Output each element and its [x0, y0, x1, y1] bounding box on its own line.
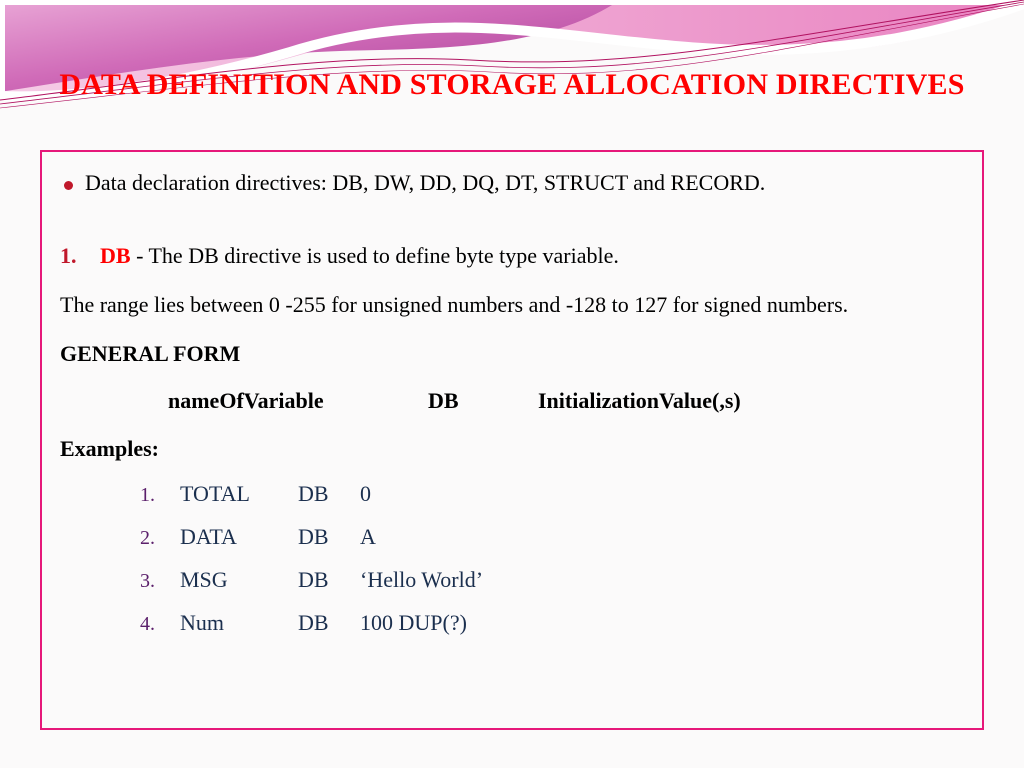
slide-title: DATA DEFINITION AND STORAGE ALLOCATION D… [0, 66, 1024, 104]
bullet-item: Data declaration directives: DB, DW, DD,… [60, 162, 964, 205]
example-val: 0 [360, 473, 371, 516]
example-name: DATA [180, 516, 298, 559]
item-body: DB - The DB directive is used to define … [100, 235, 619, 278]
numbered-item: 1. DB - The DB directive is used to defi… [60, 235, 964, 278]
example-dir: DB [298, 516, 360, 559]
general-form-heading: GENERAL FORM [60, 333, 964, 376]
gf-col-name: nameOfVariable [168, 380, 428, 423]
content-frame: Data declaration directives: DB, DW, DD,… [40, 150, 984, 730]
example-val: 100 DUP(?) [360, 602, 467, 645]
example-val: A [360, 516, 376, 559]
example-dir: DB [298, 559, 360, 602]
examples-list: 1. TOTAL DB 0 2. DATA DB A 3. MSG DB ‘He… [60, 473, 964, 645]
example-name: TOTAL [180, 473, 298, 516]
directive-name: DB [100, 243, 131, 268]
examples-heading: Examples: [60, 428, 964, 471]
gf-col-val: InitializationValue(,s) [538, 380, 741, 423]
example-ordinal: 2. [140, 519, 180, 558]
item-ordinal: 1. [60, 235, 78, 278]
example-val: ‘Hello World’ [360, 559, 483, 602]
gf-col-dir: DB [428, 380, 538, 423]
example-ordinal: 3. [140, 562, 180, 601]
bullet-text: Data declaration directives: DB, DW, DD,… [85, 162, 765, 205]
example-row: 3. MSG DB ‘Hello World’ [140, 559, 964, 602]
example-ordinal: 4. [140, 605, 180, 644]
example-name: Num [180, 602, 298, 645]
example-row: 4. Num DB 100 DUP(?) [140, 602, 964, 645]
example-dir: DB [298, 602, 360, 645]
bullet-icon [64, 181, 73, 190]
directive-desc: - The DB directive is used to define byt… [131, 243, 619, 268]
example-row: 2. DATA DB A [140, 516, 964, 559]
example-row: 1. TOTAL DB 0 [140, 473, 964, 516]
range-text: The range lies between 0 -255 for unsign… [60, 284, 964, 327]
example-dir: DB [298, 473, 360, 516]
general-form-body: nameOfVariable DB InitializationValue(,s… [60, 380, 964, 423]
example-ordinal: 1. [140, 476, 180, 515]
example-name: MSG [180, 559, 298, 602]
